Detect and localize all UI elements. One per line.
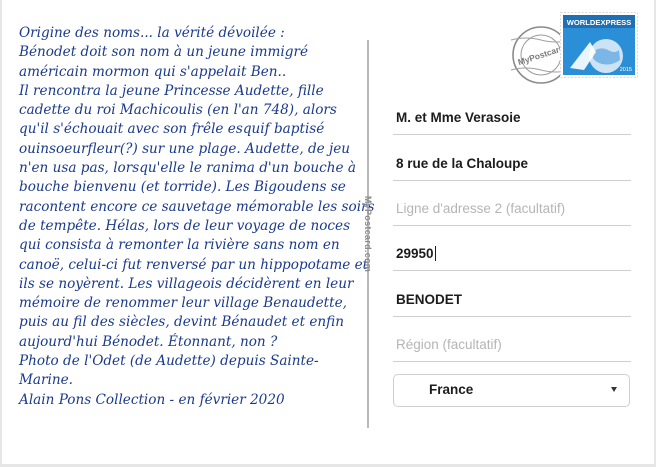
postage-stamp-icon: WORLDEXPRESS 2015 [560,12,638,78]
text-caret [434,246,436,261]
zip-code-field[interactable]: 29950 [393,237,631,271]
postcard-back: Origine des noms... la vérité dévoilée :… [0,0,656,467]
zip-code-value: 29950 [396,246,434,261]
region-field[interactable]: Région (facultatif) [393,328,631,362]
city-field[interactable]: BENODET [393,283,631,317]
country-value: France [429,382,474,397]
recipient-name-field[interactable]: M. et Mme Verasoie [393,101,631,135]
message-line: Il rencontra la jeune Princesse Audette,… [19,82,324,99]
recipient-name-value: M. et Mme Verasoie [396,110,521,125]
chevron-down-icon[interactable] [611,387,617,392]
address-line1-field[interactable]: 8 rue de la Chaloupe [393,147,631,181]
address-line2-placeholder: Ligne d'adresse 2 (facultatif) [396,201,566,216]
message-line: bouche bienvenu (et torride). Les Bigoud… [19,179,346,196]
postmark-text: MyPostcard [517,43,566,67]
stamp-brand-text: WORLDEXPRESS [567,18,632,27]
message-line: Marine. [19,372,73,389]
stamp-year: 2015 [620,67,632,73]
region-placeholder: Région (facultatif) [396,337,502,352]
address-line1-value: 8 rue de la Chaloupe [396,156,529,171]
message-line: ils se noyèrent. Les villageois décidère… [19,275,354,292]
country-select[interactable]: France [393,374,630,407]
message-text[interactable]: Origine des noms... la vérité dévoilée :… [19,24,375,410]
message-line: Alain Pons Collection - en février 2020 [19,391,285,408]
message-line: Origine des noms... la vérité dévoilée : [19,25,285,41]
card-edge-left [0,0,2,467]
brand-vertical-label: MyPostcard.com [360,194,376,274]
message-line: n'en usa pas, lorsqu'elle le ranima d'un… [19,160,356,177]
message-line: Photo de l'Odet (de Audette) depuis Sain… [19,353,319,370]
message-line: racontent encore ce sauvetage mémorable … [19,198,375,215]
message-line: ouinsoeurfleur(?) sur une plage. Audette… [19,140,351,157]
city-value: BENODET [396,292,463,307]
message-line: qu'il s'échouait avec son frêle esquif b… [19,121,325,138]
message-line: de tempête. Hélas, lors de leur voyage d… [19,217,351,234]
message-line: canoë, celui-ci fut renversé par un hipp… [19,256,369,273]
message-line: mémoire de renommer leur village Benaude… [19,295,347,312]
message-line: puis au fil des siècles, devint Bénaudet… [19,314,344,331]
address-line2-field[interactable]: Ligne d'adresse 2 (facultatif) [393,192,631,226]
message-line: Bénodet doit son nom à un jeune immigré [19,44,309,61]
message-line: qui consista à remonter la rivière sans … [19,237,340,254]
brand-vertical-text: MyPostcard.com [363,195,373,273]
message-line: aujourd'hui Bénodet. Étonnant, non ? [19,333,278,350]
message-line: américain mormon qui s'appelait Ben.. [19,63,287,80]
message-line: cadette du roi Machicoulis (en l'an 748)… [19,102,337,119]
